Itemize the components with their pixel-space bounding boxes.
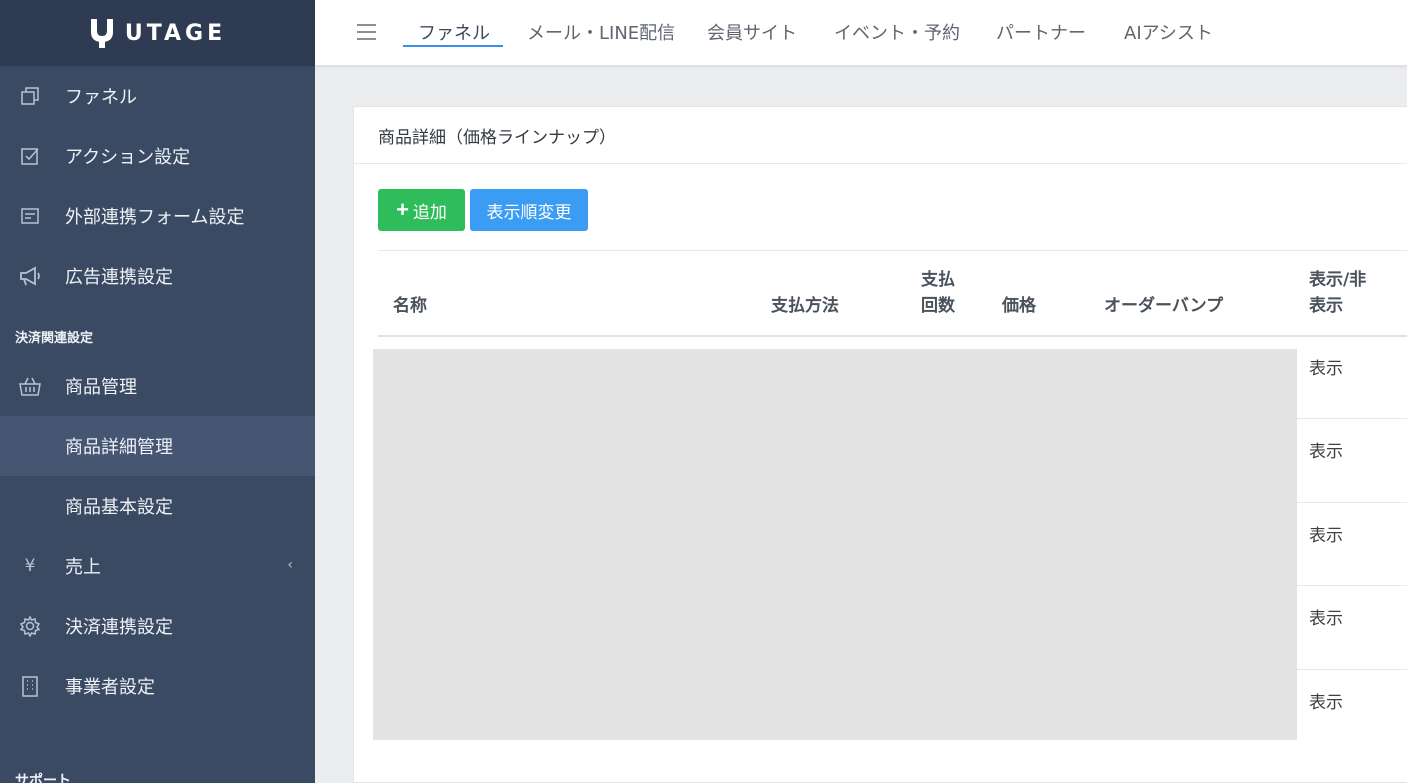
row-divider bbox=[1297, 502, 1407, 503]
form-icon bbox=[15, 201, 45, 231]
row-4-visibility: 表示 bbox=[1309, 609, 1343, 629]
sidebar-section-payment: 決済関連設定 bbox=[15, 331, 94, 346]
sidebar-item-ad-integration[interactable]: 広告連携設定 bbox=[0, 246, 315, 306]
sidebar-item-label: 商品管理 bbox=[65, 377, 137, 398]
card-title: 商品詳細（価格ラインナップ） bbox=[354, 107, 1407, 164]
column-header-price: 価格 bbox=[1002, 296, 1036, 316]
sidebar-item-product-basic[interactable]: 商品基本設定 bbox=[0, 476, 315, 536]
utage-logo-icon bbox=[90, 19, 113, 48]
sidebar-item-label: 事業者設定 bbox=[65, 677, 155, 698]
tab-partner[interactable]: パートナー bbox=[996, 19, 1086, 45]
product-detail-card: 商品詳細（価格ラインナップ） + 追加 表示順変更 名称 支払方法 支払 回数 … bbox=[353, 106, 1407, 783]
sidebar-item-label: 外部連携フォーム設定 bbox=[65, 207, 245, 228]
sidebar: UTAGE ファネル アクション設定 外部連携フォーム設定 広告連携設定 決済関… bbox=[0, 0, 315, 783]
redacted-table-area bbox=[373, 349, 1297, 740]
sidebar-item-label: 決済連携設定 bbox=[65, 617, 173, 638]
top-navigation: ファネル メール・LINE配信 会員サイト イベント・予約 パートナー AIアシ… bbox=[315, 0, 1407, 66]
sidebar-item-business-settings[interactable]: 事業者設定 bbox=[0, 656, 315, 716]
tab-ai-assist[interactable]: AIアシスト bbox=[1124, 19, 1213, 45]
building-icon bbox=[15, 671, 45, 701]
row-divider bbox=[1297, 585, 1407, 586]
gear-icon bbox=[15, 611, 45, 641]
row-1-visibility: 表示 bbox=[1309, 359, 1343, 379]
sidebar-item-product-detail[interactable]: 商品詳細管理 bbox=[0, 416, 315, 476]
column-header-order-bump: オーダーバンプ bbox=[1104, 296, 1224, 316]
sidebar-item-label: 商品基本設定 bbox=[65, 497, 173, 518]
tab-event-reservation[interactable]: イベント・予約 bbox=[834, 19, 960, 45]
checkbox-icon bbox=[15, 141, 45, 171]
sidebar-item-sales[interactable]: ¥ 売上 ‹ bbox=[0, 536, 315, 596]
column-header-visibility-line2: 表示 bbox=[1309, 296, 1343, 316]
brand-name: UTAGE bbox=[124, 20, 227, 46]
sidebar-item-label: ファネル bbox=[65, 87, 137, 108]
hamburger-menu-icon[interactable] bbox=[357, 24, 376, 40]
table-divider bbox=[378, 250, 1407, 251]
sidebar-item-payment-integration[interactable]: 決済連携設定 bbox=[0, 596, 315, 656]
sidebar-item-product-management[interactable]: 商品管理 bbox=[0, 356, 315, 416]
sidebar-item-label: 売上 bbox=[65, 557, 101, 578]
add-button[interactable]: + 追加 bbox=[378, 189, 465, 231]
tab-funnel[interactable]: ファネル bbox=[418, 19, 490, 45]
column-header-visibility-line1: 表示/非 bbox=[1309, 270, 1367, 290]
sidebar-item-funnel[interactable]: ファネル bbox=[0, 66, 315, 126]
reorder-button[interactable]: 表示順変更 bbox=[470, 189, 588, 231]
megaphone-icon bbox=[15, 261, 45, 291]
sidebar-item-label: アクション設定 bbox=[65, 147, 191, 168]
sidebar-item-action-settings[interactable]: アクション設定 bbox=[0, 126, 315, 186]
sidebar-item-label: 広告連携設定 bbox=[65, 267, 173, 288]
sidebar-item-label: 商品詳細管理 bbox=[65, 437, 173, 458]
chevron-left-icon: ‹ bbox=[287, 557, 293, 573]
table-header-divider bbox=[378, 335, 1407, 337]
column-header-payment-method: 支払方法 bbox=[771, 296, 839, 316]
sidebar-item-external-form[interactable]: 外部連携フォーム設定 bbox=[0, 186, 315, 246]
brand[interactable]: UTAGE bbox=[0, 0, 315, 66]
add-button-label: 追加 bbox=[412, 202, 447, 222]
yen-icon: ¥ bbox=[24, 556, 36, 576]
column-header-payment-count-line1: 支払 bbox=[921, 270, 955, 290]
column-header-payment-count-line2: 回数 bbox=[921, 296, 955, 316]
row-3-visibility: 表示 bbox=[1309, 526, 1343, 546]
row-divider bbox=[1297, 418, 1407, 419]
basket-icon bbox=[15, 371, 45, 401]
sidebar-section-support: サポート bbox=[15, 773, 71, 783]
funnel-copy-icon bbox=[15, 81, 45, 111]
tab-member-site[interactable]: 会員サイト bbox=[707, 19, 797, 45]
plus-icon: + bbox=[396, 197, 409, 222]
reorder-button-label: 表示順変更 bbox=[486, 202, 572, 222]
tab-mail-line[interactable]: メール・LINE配信 bbox=[527, 19, 675, 45]
active-tab-indicator bbox=[403, 45, 503, 47]
row-divider bbox=[1297, 669, 1407, 670]
row-5-visibility: 表示 bbox=[1309, 693, 1343, 713]
column-header-name: 名称 bbox=[393, 296, 427, 316]
row-2-visibility: 表示 bbox=[1309, 442, 1343, 462]
